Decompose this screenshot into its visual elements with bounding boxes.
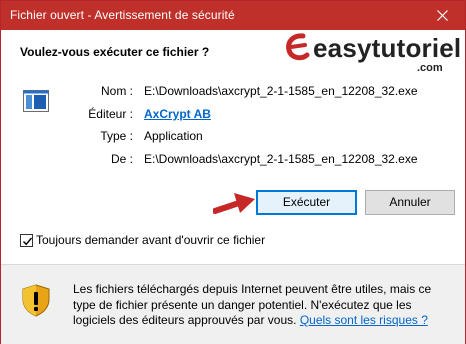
risks-link[interactable]: Quels sont les risques ? bbox=[300, 313, 428, 327]
logo-subtext: .com bbox=[417, 62, 443, 74]
always-ask-label[interactable]: Toujours demander avant d'ouvrir ce fich… bbox=[36, 233, 265, 247]
red-arrow-icon bbox=[213, 193, 255, 214]
easytutoriel-logo: easytutoriel .com bbox=[285, 31, 461, 77]
publisher-value: AxCrypt AB bbox=[144, 107, 211, 121]
source-label: De : bbox=[110, 152, 133, 166]
type-label: Type : bbox=[100, 129, 133, 143]
window-title: Fichier ouvert - Avertissement de sécuri… bbox=[10, 8, 235, 22]
logo-text: easytutoriel bbox=[313, 33, 462, 63]
publisher-link[interactable]: AxCrypt AB bbox=[144, 107, 211, 121]
warning-message: Les fichiers téléchargés depuis Internet… bbox=[73, 282, 457, 329]
close-icon bbox=[437, 10, 448, 21]
security-warning-dialog: Fichier ouvert - Avertissement de sécuri… bbox=[0, 0, 466, 344]
source-value: E:\Downloads\axcrypt_2-1-1585_en_12208_3… bbox=[144, 152, 418, 166]
run-question: Voulez-vous exécuter ce fichier ? bbox=[20, 45, 210, 59]
checkmark-icon bbox=[22, 237, 33, 246]
name-label: Nom : bbox=[100, 84, 133, 98]
name-value: E:\Downloads\axcrypt_2-1-1585_en_12208_3… bbox=[144, 84, 418, 98]
cancel-button[interactable]: Annuler bbox=[365, 190, 455, 215]
run-button[interactable]: Exécuter bbox=[256, 190, 357, 215]
close-button[interactable] bbox=[419, 1, 465, 30]
warning-footer: Les fichiers téléchargés depuis Internet… bbox=[1, 265, 465, 344]
easytutoriel-logo-icon bbox=[286, 33, 310, 61]
warning-shield-icon bbox=[22, 284, 50, 317]
title-bar[interactable]: Fichier ouvert - Avertissement de sécuri… bbox=[1, 1, 465, 30]
publisher-label: Éditeur : bbox=[88, 107, 133, 121]
always-ask-checkbox[interactable] bbox=[20, 234, 33, 247]
type-value: Application bbox=[144, 129, 203, 143]
